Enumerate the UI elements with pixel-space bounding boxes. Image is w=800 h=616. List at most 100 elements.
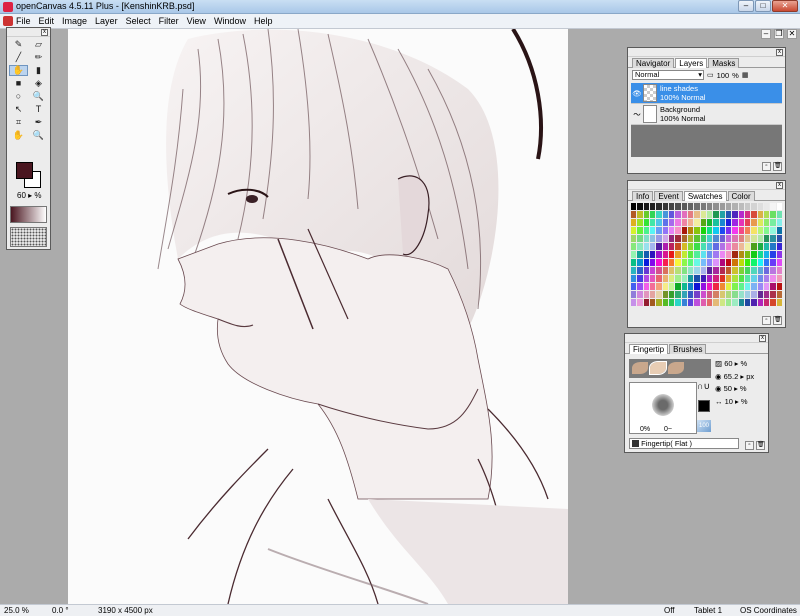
color-swatch[interactable] [757, 283, 763, 290]
color-swatch[interactable] [764, 235, 770, 242]
color-swatch[interactable] [745, 219, 751, 226]
lasso-tool[interactable]: ○ [9, 91, 28, 102]
color-swatch[interactable] [732, 283, 738, 290]
color-swatch[interactable] [700, 283, 706, 290]
color-swatch[interactable] [776, 203, 782, 210]
menu-file[interactable]: File [16, 16, 31, 26]
color-swatch[interactable] [643, 203, 649, 210]
new-preset-icon[interactable]: ▫ [745, 441, 754, 450]
color-swatch[interactable] [637, 227, 643, 234]
color-swatch[interactable] [656, 267, 662, 274]
tab-info[interactable]: Info [632, 191, 654, 201]
color-swatch[interactable] [776, 291, 782, 298]
menu-view[interactable]: View [187, 16, 206, 26]
color-swatch[interactable] [757, 219, 763, 226]
color-swatch[interactable] [637, 235, 643, 242]
color-swatch[interactable] [656, 299, 662, 306]
color-swatch[interactable] [637, 283, 643, 290]
color-swatch[interactable] [675, 283, 681, 290]
color-swatch[interactable] [770, 235, 776, 242]
color-swatch[interactable] [681, 251, 687, 258]
color-swatch[interactable] [656, 259, 662, 266]
color-swatch[interactable] [776, 299, 782, 306]
color-swatch[interactable] [694, 267, 700, 274]
color-swatch[interactable] [764, 299, 770, 306]
color-swatch[interactable] [688, 299, 694, 306]
color-swatch[interactable] [643, 299, 649, 306]
menu-image[interactable]: Image [62, 16, 87, 26]
color-swatch[interactable] [719, 243, 725, 250]
color-swatch[interactable] [656, 243, 662, 250]
color-swatch[interactable] [650, 283, 656, 290]
color-swatch[interactable] [745, 291, 751, 298]
color-swatch[interactable] [643, 251, 649, 258]
color-swatch[interactable] [688, 259, 694, 266]
color-swatch[interactable] [770, 283, 776, 290]
color-swatch[interactable] [662, 267, 668, 274]
color-swatch[interactable] [688, 203, 694, 210]
color-swatch[interactable] [643, 211, 649, 218]
color-swatch[interactable] [662, 283, 668, 290]
color-swatch[interactable] [745, 251, 751, 258]
color-swatch[interactable] [681, 267, 687, 274]
color-swatch[interactable] [726, 291, 732, 298]
color-swatch[interactable] [732, 275, 738, 282]
color-swatch[interactable] [700, 219, 706, 226]
color-swatch[interactable] [751, 243, 757, 250]
menu-help[interactable]: Help [254, 16, 273, 26]
color-swatch[interactable] [738, 227, 744, 234]
color-swatch[interactable] [745, 259, 751, 266]
color-swatch[interactable] [662, 299, 668, 306]
color-swatch[interactable] [694, 203, 700, 210]
color-swatch[interactable] [688, 235, 694, 242]
color-swatch[interactable] [719, 283, 725, 290]
color-swatch[interactable] [738, 219, 744, 226]
color-swatch[interactable] [631, 227, 637, 234]
color-swatch[interactable] [700, 211, 706, 218]
color-swatch[interactable] [732, 211, 738, 218]
color-swatch[interactable] [713, 291, 719, 298]
color-swatch[interactable] [738, 243, 744, 250]
color-swatch[interactable] [745, 283, 751, 290]
color-swatch[interactable] [770, 259, 776, 266]
menu-select[interactable]: Select [126, 16, 151, 26]
color-swatch[interactable] [713, 251, 719, 258]
color-swatch[interactable] [757, 267, 763, 274]
color-swatch[interactable] [726, 267, 732, 274]
color-swatch[interactable] [732, 243, 738, 250]
color-swatch[interactable] [662, 211, 668, 218]
color-swatch[interactable] [770, 251, 776, 258]
color-swatch[interactable] [738, 291, 744, 298]
blend-mode-select[interactable]: Normal ▾ [632, 70, 704, 80]
color-swatch[interactable] [662, 243, 668, 250]
color-swatch[interactable] [757, 235, 763, 242]
color-swatch[interactable] [707, 283, 713, 290]
color-swatch[interactable] [656, 235, 662, 242]
color-swatch[interactable] [681, 211, 687, 218]
fill-rect-tool[interactable]: ■ [9, 78, 28, 89]
eraser-tool[interactable]: ▱ [29, 39, 48, 50]
color-swatch[interactable] [681, 291, 687, 298]
color-swatch[interactable] [745, 299, 751, 306]
foreground-color-swatch[interactable] [16, 162, 33, 179]
color-swatch[interactable] [637, 291, 643, 298]
color-swatch[interactable] [688, 283, 694, 290]
magic-wand-tool[interactable]: 🔍 [29, 91, 48, 102]
color-swatch[interactable] [738, 299, 744, 306]
shape-icon[interactable]: ∩∪ [697, 381, 710, 392]
color-swatch[interactable] [675, 211, 681, 218]
color-selector[interactable] [16, 162, 42, 188]
color-swatch[interactable] [637, 219, 643, 226]
color-swatch[interactable] [732, 235, 738, 242]
brush-preset-icon[interactable] [668, 362, 684, 374]
color-swatch[interactable] [700, 291, 706, 298]
color-swatch[interactable] [700, 259, 706, 266]
color-swatch[interactable] [656, 291, 662, 298]
color-swatch[interactable] [726, 259, 732, 266]
color-swatch[interactable] [694, 299, 700, 306]
color-swatch[interactable] [643, 235, 649, 242]
color-swatch[interactable] [669, 243, 675, 250]
color-swatch[interactable] [631, 235, 637, 242]
toolbox-close-button[interactable]: x [41, 29, 48, 36]
color-swatch[interactable] [770, 227, 776, 234]
